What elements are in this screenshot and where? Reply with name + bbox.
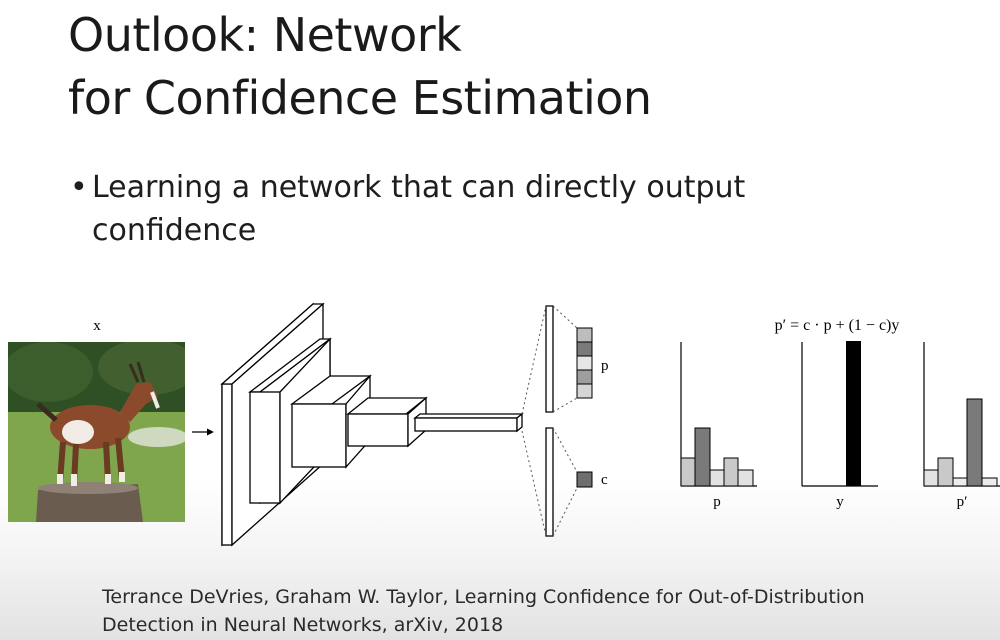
citation-line-1: Terrance DeVries, Graham W. Taylor, Lear… bbox=[102, 586, 865, 608]
chart-label-p-prime: p′ bbox=[957, 494, 968, 510]
bar bbox=[952, 477, 968, 487]
c-label: c bbox=[601, 472, 608, 488]
bar bbox=[709, 469, 725, 487]
p-label: p bbox=[601, 358, 609, 374]
c-head bbox=[545, 427, 554, 537]
bar bbox=[966, 398, 983, 487]
conv-layers bbox=[220, 302, 524, 547]
network-diagram: x p c p′ = c · p + (1 − c)y p y p′ bbox=[93, 302, 1000, 547]
bar bbox=[737, 469, 754, 487]
bar bbox=[981, 477, 998, 487]
layer-4 bbox=[346, 396, 428, 448]
bar bbox=[846, 341, 861, 486]
bar bbox=[937, 457, 954, 487]
output-heads bbox=[545, 305, 554, 537]
chart-label-p: p bbox=[713, 494, 721, 510]
bar bbox=[680, 457, 696, 487]
citation: Terrance DeVries, Graham W. Taylor, Lear… bbox=[102, 583, 982, 639]
title-line-1: Outlook: Network bbox=[68, 8, 462, 62]
bullet-dot: • bbox=[70, 170, 88, 205]
chart-p-prime: p′ bbox=[923, 342, 1000, 510]
p-head bbox=[545, 305, 554, 413]
c-vector bbox=[576, 471, 593, 488]
bar bbox=[923, 469, 939, 487]
title-line-2: for Confidence Estimation bbox=[68, 71, 652, 125]
chart-p: p bbox=[680, 342, 757, 510]
p-vector bbox=[576, 327, 593, 399]
input-arrow bbox=[192, 428, 214, 436]
bar bbox=[723, 457, 739, 487]
chart-y: y bbox=[801, 341, 878, 510]
chart-label-y: y bbox=[836, 494, 844, 510]
citation-line-2: Detection in Neural Networks, arXiv, 201… bbox=[102, 614, 504, 636]
equation: p′ = c · p + (1 − c)y bbox=[775, 317, 900, 334]
input-label: x bbox=[93, 318, 101, 334]
layer-5 bbox=[413, 412, 524, 433]
slide-title: Outlook: Network for Confidence Estimati… bbox=[68, 4, 652, 130]
bullet-text: Learning a network that can directly out… bbox=[92, 170, 746, 248]
bar bbox=[694, 427, 711, 487]
